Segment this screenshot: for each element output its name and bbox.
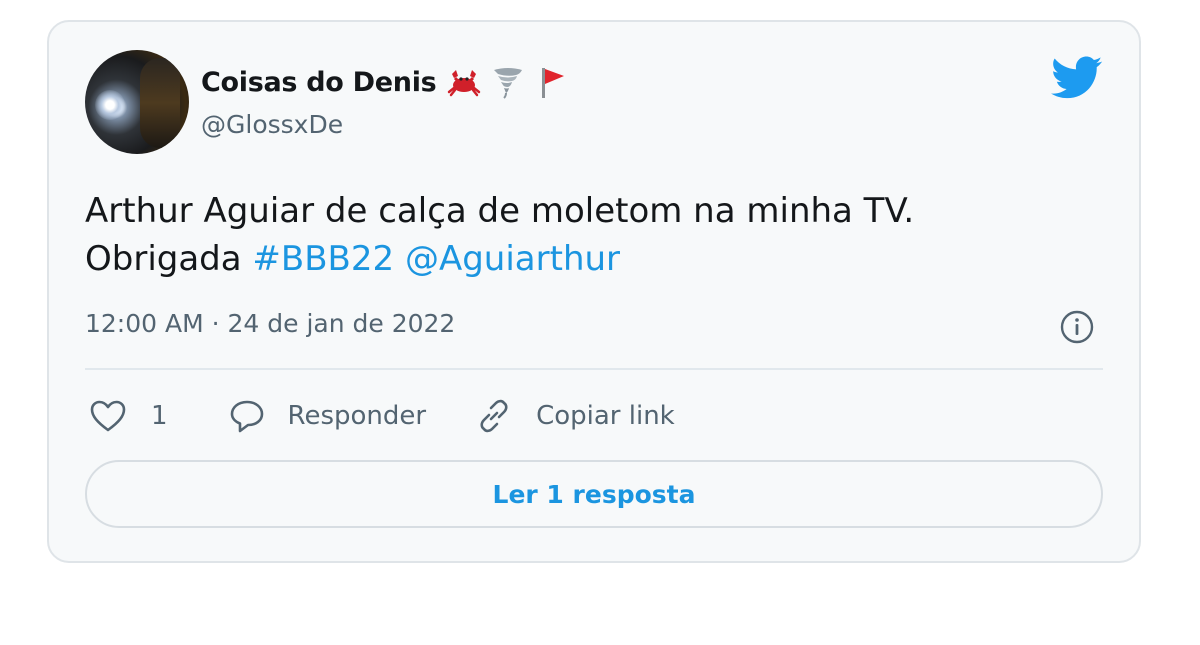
copy-link-label: Copiar link <box>536 401 675 431</box>
author-name[interactable]: Coisas do Denis <box>201 67 437 98</box>
like-count: 1 <box>151 401 168 431</box>
tornado-icon <box>494 68 523 99</box>
tweet-card: Coisas do Denis @GlossxDe Arthur Aguiar … <box>47 20 1141 563</box>
tweet-actions: 1 Responder Copiar link <box>89 394 675 438</box>
author-handle[interactable]: @GlossxDe <box>201 110 343 139</box>
hashtag-link[interactable]: #BBB22 <box>252 239 394 279</box>
mention-link[interactable]: @Aguiarthur <box>405 239 620 279</box>
divider <box>85 368 1103 370</box>
avatar[interactable] <box>85 50 189 154</box>
copy-link-button[interactable]: Copiar link <box>474 396 675 436</box>
tweet-text-line2: Obrigada #BBB22 @Aguiarthur <box>85 235 1105 283</box>
link-icon <box>480 399 508 433</box>
read-replies-button[interactable]: Ler 1 resposta <box>85 460 1103 528</box>
reply-label: Responder <box>287 401 427 431</box>
avatar-light <box>95 90 125 120</box>
tweet-text-line1: Arthur Aguiar de calça de moletom na min… <box>85 191 915 231</box>
tweet-text-plain: Obrigada <box>85 239 242 279</box>
info-icon[interactable] <box>1059 309 1095 345</box>
crab-icon <box>448 70 481 97</box>
tweet-text: Arthur Aguiar de calça de moletom na min… <box>85 187 1105 283</box>
avatar-figure <box>140 58 180 148</box>
twitter-bird-icon[interactable] <box>1051 56 1103 100</box>
author-name-row: Coisas do Denis <box>201 64 570 100</box>
reply-bubble-icon <box>230 400 263 433</box>
red-flag-icon <box>542 68 565 98</box>
heart-icon <box>90 400 126 432</box>
name-emojis <box>446 64 570 100</box>
reply-button[interactable]: Responder <box>228 398 427 434</box>
like-button[interactable]: 1 <box>89 399 168 433</box>
tweet-timestamp[interactable]: 12:00 AM · 24 de jan de 2022 <box>85 309 455 338</box>
